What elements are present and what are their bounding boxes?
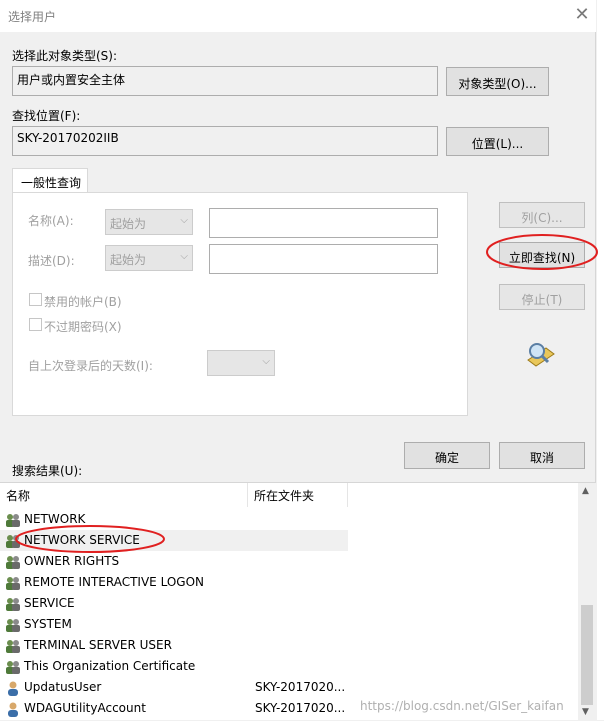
users-group-icon — [6, 514, 20, 527]
object-types-button[interactable]: 对象类型(O)... — [446, 67, 549, 96]
users-group-icon — [6, 598, 20, 611]
list-item-name: NETWORK — [24, 512, 86, 526]
list-item[interactable]: NETWORK — [0, 509, 578, 530]
search-results-list[interactable]: 名称 所在文件夹 NETWORK NETWORK SERVICE OWNER R… — [0, 482, 596, 721]
users-group-icon — [6, 535, 20, 548]
locations-button[interactable]: 位置(L)... — [446, 127, 549, 156]
background-window-edge — [597, 0, 604, 720]
chevron-down-icon: ⌵ — [180, 251, 188, 262]
columns-button[interactable]: 列(C)... — [499, 202, 585, 228]
list-item[interactable]: UpdatusUser SKY-2017020... — [0, 677, 578, 698]
list-item-name: REMOTE INTERACTIVE LOGON — [24, 575, 204, 589]
users-group-icon — [6, 577, 20, 590]
location-label: 查找位置(F): — [12, 109, 81, 123]
days-since-logon-select[interactable]: ⌵ — [207, 350, 275, 376]
scrollbar-thumb[interactable] — [581, 605, 593, 705]
disabled-accounts-checkbox[interactable] — [29, 293, 42, 306]
list-item[interactable]: OWNER RIGHTS — [0, 551, 578, 572]
list-item[interactable]: SERVICE — [0, 593, 578, 614]
stop-button[interactable]: 停止(T) — [499, 284, 585, 310]
tab-common-queries[interactable]: 一般性查询 — [12, 168, 88, 194]
column-header-name[interactable]: 名称 — [0, 483, 248, 507]
user-icon — [8, 681, 18, 696]
users-group-icon — [6, 556, 20, 569]
common-queries-panel: 名称(A): 起始为 ⌵ 描述(D): 起始为 ⌵ 禁用的帐户(B) 不过期密码… — [12, 192, 468, 416]
close-icon[interactable]: ✕ — [570, 4, 594, 26]
name-mode-select[interactable]: 起始为 ⌵ — [105, 209, 193, 235]
disabled-accounts-label: 禁用的帐户(B) — [44, 295, 122, 309]
list-item-name: OWNER RIGHTS — [24, 554, 120, 568]
scroll-up-icon[interactable]: ▲ — [582, 486, 589, 496]
name-mode-value: 起始为 — [110, 217, 147, 231]
list-item-name: WDAGUtilityAccount — [24, 701, 146, 715]
list-item[interactable]: SYSTEM — [0, 614, 578, 635]
list-item-name: UpdatusUser — [24, 680, 102, 694]
user-icon — [8, 702, 18, 717]
results-scrollbar[interactable]: ▲ ▼ — [578, 483, 596, 721]
description-mode-select[interactable]: 起始为 ⌵ — [105, 245, 193, 271]
select-user-dialog: 选择用户 ✕ 选择此对象类型(S): 用户或内置安全主体 对象类型(O)... … — [0, 0, 596, 721]
list-item[interactable]: TERMINAL SERVER USER — [0, 635, 578, 656]
description-input[interactable] — [209, 244, 438, 274]
description-mode-value: 起始为 — [110, 253, 147, 267]
watermark-text: https://blog.csdn.net/GISer_kaifan — [360, 699, 564, 713]
ok-button[interactable]: 确定 — [404, 442, 490, 469]
chevron-down-icon: ⌵ — [262, 356, 270, 367]
chevron-down-icon: ⌵ — [180, 215, 188, 226]
object-type-label: 选择此对象类型(S): — [12, 49, 118, 63]
list-item[interactable]: This Organization Certificate — [0, 656, 578, 677]
list-item-name: SERVICE — [24, 596, 75, 610]
search-results-label: 搜索结果(U): — [12, 464, 83, 478]
title-bar: 选择用户 ✕ — [0, 0, 596, 32]
users-group-icon — [6, 619, 20, 632]
column-header-folder[interactable]: 所在文件夹 — [248, 483, 348, 507]
name-label: 名称(A): — [28, 214, 74, 228]
users-group-icon — [6, 661, 20, 674]
description-label: 描述(D): — [28, 254, 75, 268]
list-item-folder: SKY-2017020... — [255, 680, 346, 694]
list-item-selected[interactable]: NETWORK SERVICE — [0, 530, 348, 551]
list-item-name: This Organization Certificate — [24, 659, 196, 673]
dialog-title: 选择用户 — [8, 10, 57, 24]
find-now-button[interactable]: 立即查找(N) — [499, 242, 585, 268]
list-item-folder: SKY-2017020... — [255, 701, 346, 715]
object-type-field: 用户或内置安全主体 — [12, 66, 438, 96]
list-item-name: TERMINAL SERVER USER — [24, 638, 172, 652]
location-field: SKY-20170202IIB — [12, 126, 438, 156]
non-expiring-password-checkbox[interactable] — [29, 318, 42, 331]
name-input[interactable] — [209, 208, 438, 238]
cancel-button[interactable]: 取消 — [499, 442, 585, 469]
search-flashlight-icon — [527, 343, 555, 367]
days-since-logon-label: 自上次登录后的天数(I): — [28, 359, 153, 373]
list-item-name: SYSTEM — [24, 617, 72, 631]
list-item-name: NETWORK SERVICE — [24, 533, 140, 547]
non-expiring-password-label: 不过期密码(X) — [44, 320, 122, 334]
users-group-icon — [6, 640, 20, 653]
list-item[interactable]: REMOTE INTERACTIVE LOGON — [0, 572, 578, 593]
